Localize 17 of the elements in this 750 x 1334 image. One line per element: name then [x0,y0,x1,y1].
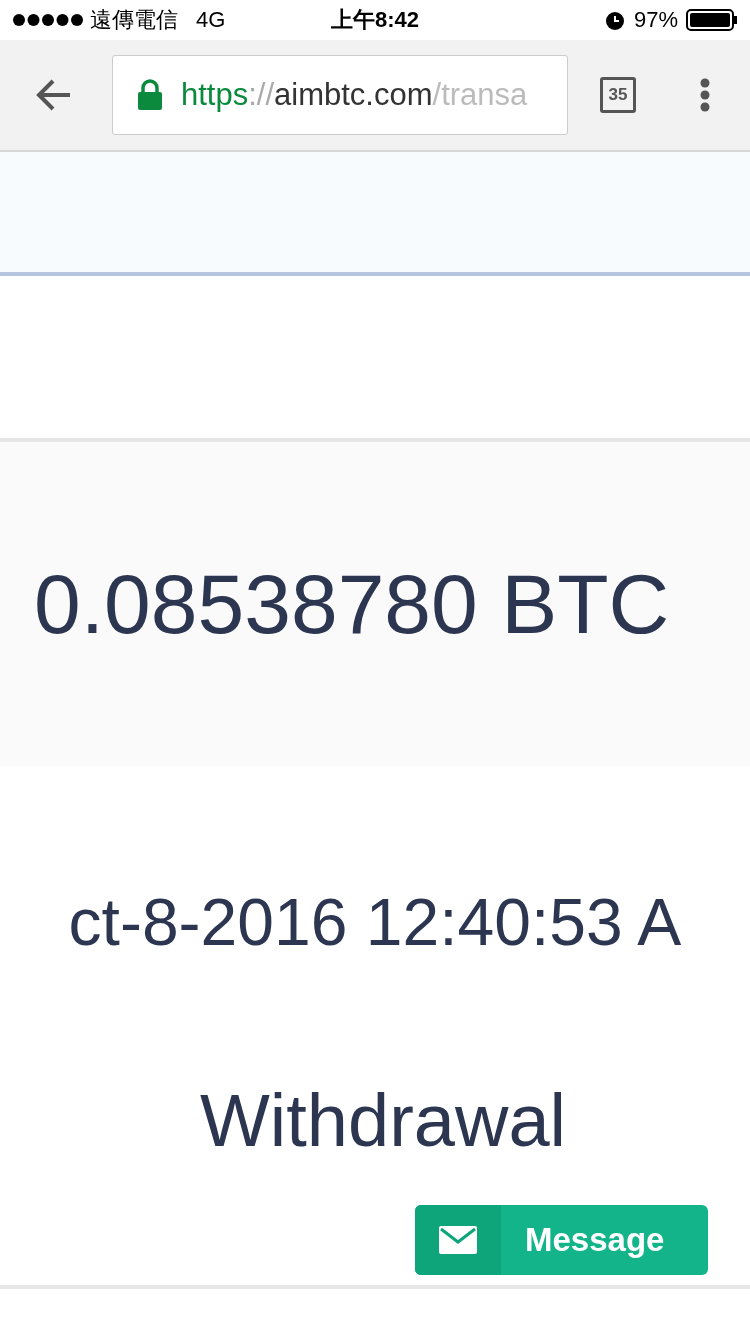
network-text: 4G [196,7,226,33]
amount-text: 0.08538780 BTC [34,555,670,653]
address-bar[interactable]: https://aimbtc.com/transa [112,55,568,135]
tab-count[interactable]: 35 [600,77,636,113]
transaction-type: Withdrawal [200,1078,566,1163]
time-text: 上午8:42 [330,6,419,34]
alarm-icon [603,9,626,31]
envelope-icon [439,1226,477,1254]
battery-icon [686,9,738,31]
signal-icon [12,13,84,27]
date-text: ct-8-2016 12:40:53 A [68,884,682,960]
lock-icon [137,79,163,111]
menu-icon[interactable] [700,78,710,112]
battery-text: 97% [633,7,678,33]
url-text: https://aimbtc.com/transa [181,77,528,113]
carrier-text: 遠傳電信 [90,6,178,34]
back-icon[interactable] [36,79,72,111]
